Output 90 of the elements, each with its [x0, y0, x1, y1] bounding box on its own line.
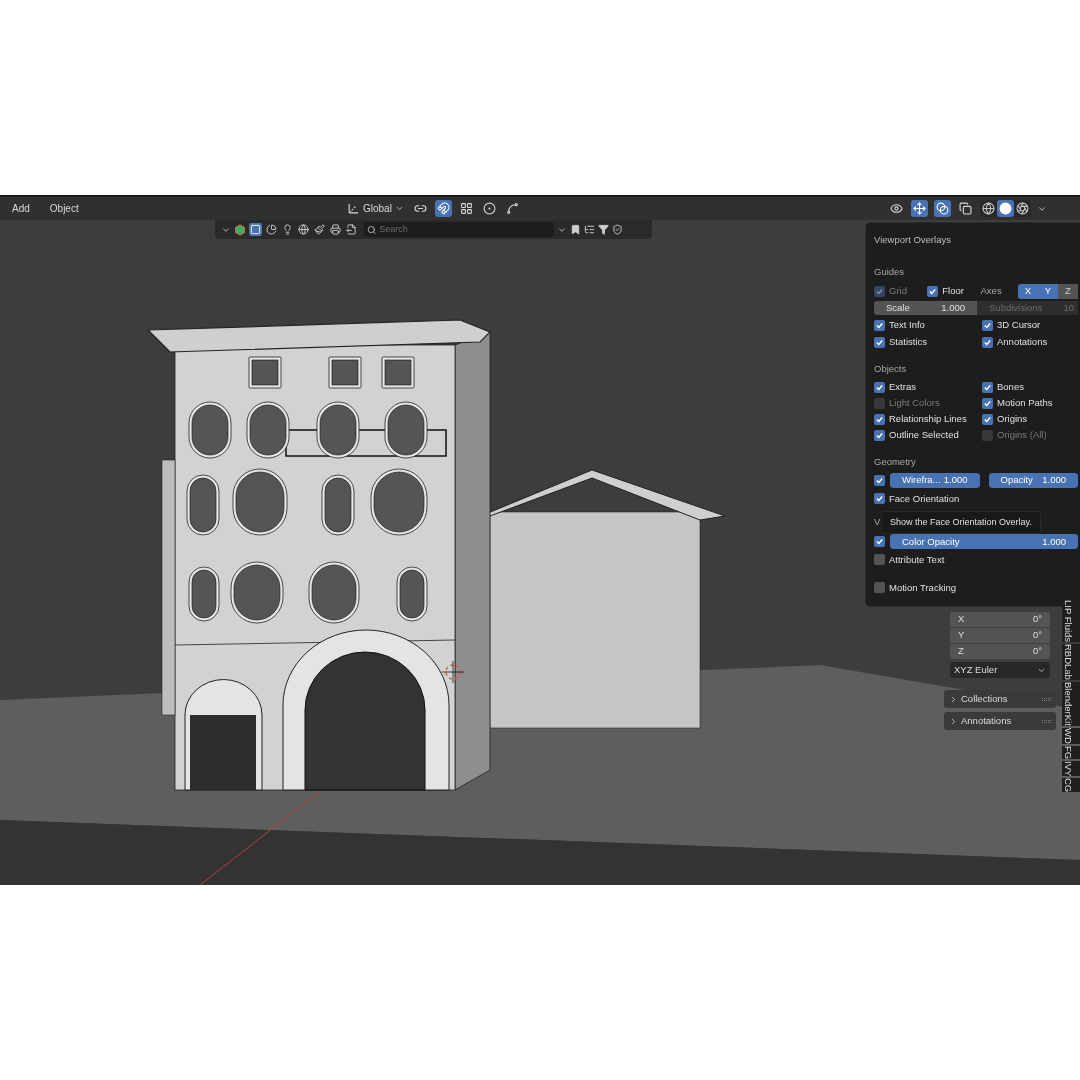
checkbox[interactable]	[874, 582, 885, 594]
section-heading: Objects	[874, 362, 908, 376]
brush-icon	[314, 224, 325, 235]
scale-field[interactable]: Scale 1.000	[874, 300, 978, 315]
checkbox[interactable]	[874, 413, 885, 425]
option-label: Light Colors	[889, 396, 940, 411]
orientation-dropdown[interactable]: Global	[345, 201, 406, 216]
object-icon	[250, 224, 261, 235]
checkbox[interactable]	[874, 319, 885, 331]
checkbox[interactable]	[874, 536, 885, 548]
checkbox[interactable]	[874, 381, 885, 393]
world-icon	[298, 224, 309, 235]
sidebar-tab[interactable]: CG	[1062, 778, 1080, 793]
slider-label: Color Opacity	[902, 534, 960, 549]
option-label: Annotations	[997, 334, 1048, 349]
option-label: Origins (All)	[997, 428, 1047, 443]
tooltip: Show the Face Orientation Overlay.	[881, 510, 1041, 535]
world-filter-button[interactable]	[297, 223, 310, 236]
caret-icon	[394, 204, 404, 213]
section-heading: Geometry	[874, 455, 917, 470]
menu-item[interactable]: Object	[45, 199, 83, 218]
visibility-icon	[890, 202, 903, 215]
rotation-field[interactable]: Z 0°	[950, 644, 1050, 659]
option-label: Origins	[997, 412, 1028, 427]
checkbox[interactable]	[982, 336, 993, 348]
option-label: Motion Tracking	[889, 580, 957, 595]
checkbox[interactable]	[982, 381, 993, 393]
hexagon-icon	[234, 223, 246, 236]
slider-value: 1.000	[1042, 534, 1066, 549]
panel-header[interactable]: Annotations	[944, 712, 1056, 730]
3d-cursor-icon	[441, 660, 465, 684]
slider-field[interactable]: Opacity 1.000	[988, 473, 1078, 489]
light-filter-button[interactable]	[281, 223, 294, 236]
section-heading: V	[874, 515, 881, 530]
slider-label: Wirefra...	[902, 473, 941, 488]
slider-value: 1.000	[943, 473, 968, 488]
axis-toggle[interactable]: Z	[1058, 284, 1078, 300]
axis-toggle[interactable]: X	[1018, 284, 1038, 300]
axes-label: Axes	[980, 284, 1003, 299]
checkbox[interactable]	[982, 319, 993, 331]
sidebar-tab[interactable]: BlenderKit	[1062, 682, 1080, 726]
slider-field[interactable]: Color Opacity 1.000	[890, 534, 1078, 550]
option-label: Statistics	[889, 334, 927, 349]
rotation-field[interactable]: X 0°	[950, 612, 1050, 627]
sidebar-tab[interactable]: RBDLab	[1062, 644, 1080, 680]
checkbox[interactable]	[982, 413, 993, 425]
option-label: Text Info	[889, 317, 925, 332]
sidebar-tab[interactable]: LIP Fluids	[1062, 600, 1080, 643]
brush-filter-button[interactable]	[313, 223, 326, 236]
checkbox[interactable]	[874, 554, 885, 566]
slider-value: 1.000	[1042, 473, 1066, 488]
grip-icon	[1042, 697, 1051, 701]
search-icon	[367, 224, 377, 235]
object-filter-button[interactable]	[249, 223, 262, 236]
snap-icon	[436, 202, 450, 215]
menu-item[interactable]: Add	[8, 199, 34, 218]
checkbox[interactable]	[874, 493, 885, 505]
rotation-field[interactable]: Y 0°	[950, 628, 1050, 643]
shield-icon	[612, 224, 623, 235]
option-label: Attribute Text	[889, 552, 945, 567]
checkbox[interactable]	[874, 475, 885, 487]
grip-icon	[1042, 719, 1051, 723]
option-label: Bones	[997, 380, 1024, 395]
option-label: Grid	[889, 284, 907, 299]
option-label: Floor	[942, 284, 964, 299]
slider-field[interactable]: Wirefra... 1.000	[890, 473, 980, 489]
filter-icon	[598, 224, 609, 235]
snap-button[interactable]	[434, 200, 452, 217]
option-label: Motion Paths	[997, 396, 1053, 411]
axis-toggle[interactable]: Y	[1038, 284, 1058, 300]
option-label: Extras	[889, 380, 916, 395]
panel-header[interactable]: Collections	[944, 690, 1056, 708]
light-icon	[282, 224, 293, 235]
slider-label: Opacity	[1000, 473, 1033, 488]
axes-icon	[347, 202, 360, 215]
option-label: Face Orientation	[889, 491, 960, 506]
chevron-icon	[949, 716, 958, 726]
chevron-icon	[949, 694, 958, 704]
checkbox[interactable]	[874, 336, 885, 348]
checkbox[interactable]	[927, 286, 939, 298]
option-label: 3D Cursor	[997, 317, 1041, 332]
rotation-mode-dropdown[interactable]: XYZ Euler	[950, 662, 1050, 678]
option-label: Outline Selected	[889, 428, 959, 443]
checkbox[interactable]	[982, 397, 993, 409]
bookmark-icon	[570, 224, 581, 235]
hierarchy-icon	[584, 224, 595, 235]
option-label: Relationship Lines	[889, 412, 967, 427]
panel-title: Viewport Overlays	[874, 233, 952, 247]
checkbox[interactable]	[874, 429, 885, 441]
section-heading: Guides	[874, 265, 906, 280]
